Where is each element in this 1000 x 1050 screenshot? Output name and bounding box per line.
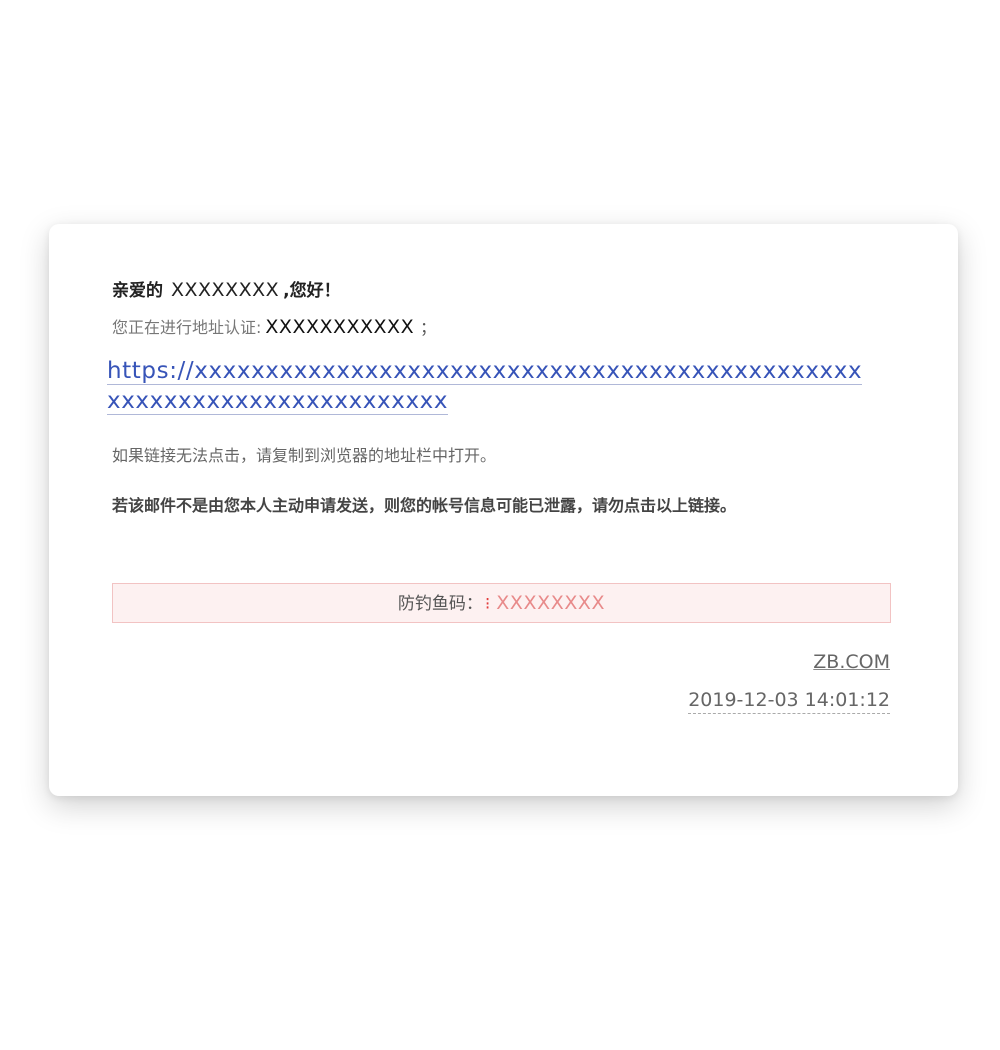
verification-link[interactable]: https://xxxxxxxxxxxxxxxxxxxxxxxxxxxxxxxx… (107, 356, 872, 416)
email-card: 亲爱的 XXXXXXXX ,您好！ 您正在进行地址认证: XXXXXXXXXXX； h… (49, 224, 958, 796)
security-warning: 若该邮件不是由您本人主动申请发送，则您的帐号信息可能已泄露，请勿点击以上链接。 (112, 496, 737, 515)
verify-line: 您正在进行地址认证: XXXXXXXXXXX ； (112, 314, 436, 338)
greeting-suffix: ,您好！ (283, 281, 341, 301)
verify-address: XXXXXXXXXXX (265, 316, 415, 338)
sent-timestamp: 2019-12-03 14:01:12 (688, 689, 890, 714)
anti-phishing-label: 防钓鱼码： (397, 594, 483, 614)
link-hint: 如果链接无法点击，请复制到浏览器的地址栏中打开。 (112, 446, 497, 465)
verify-label: 您正在进行地址认证: (112, 318, 262, 337)
anti-phishing-code: XXXXXXXX (496, 592, 606, 614)
greeting-prefix: 亲爱的 (112, 281, 163, 301)
user-name: XXXXXXXX (171, 279, 280, 301)
verification-link-text[interactable]: https://xxxxxxxxxxxxxxxxxxxxxxxxxxxxxxxx… (107, 358, 863, 415)
verify-semicolon: ； (420, 318, 437, 337)
anti-phishing-code-box: 防钓鱼码： ⁝ XXXXXXXX (112, 583, 891, 623)
greeting-line: 亲爱的 XXXXXXXX ,您好！ (112, 276, 341, 301)
brand-link[interactable]: ZB.COM (813, 651, 890, 673)
anti-phishing-mark: ⁝ (484, 594, 491, 614)
